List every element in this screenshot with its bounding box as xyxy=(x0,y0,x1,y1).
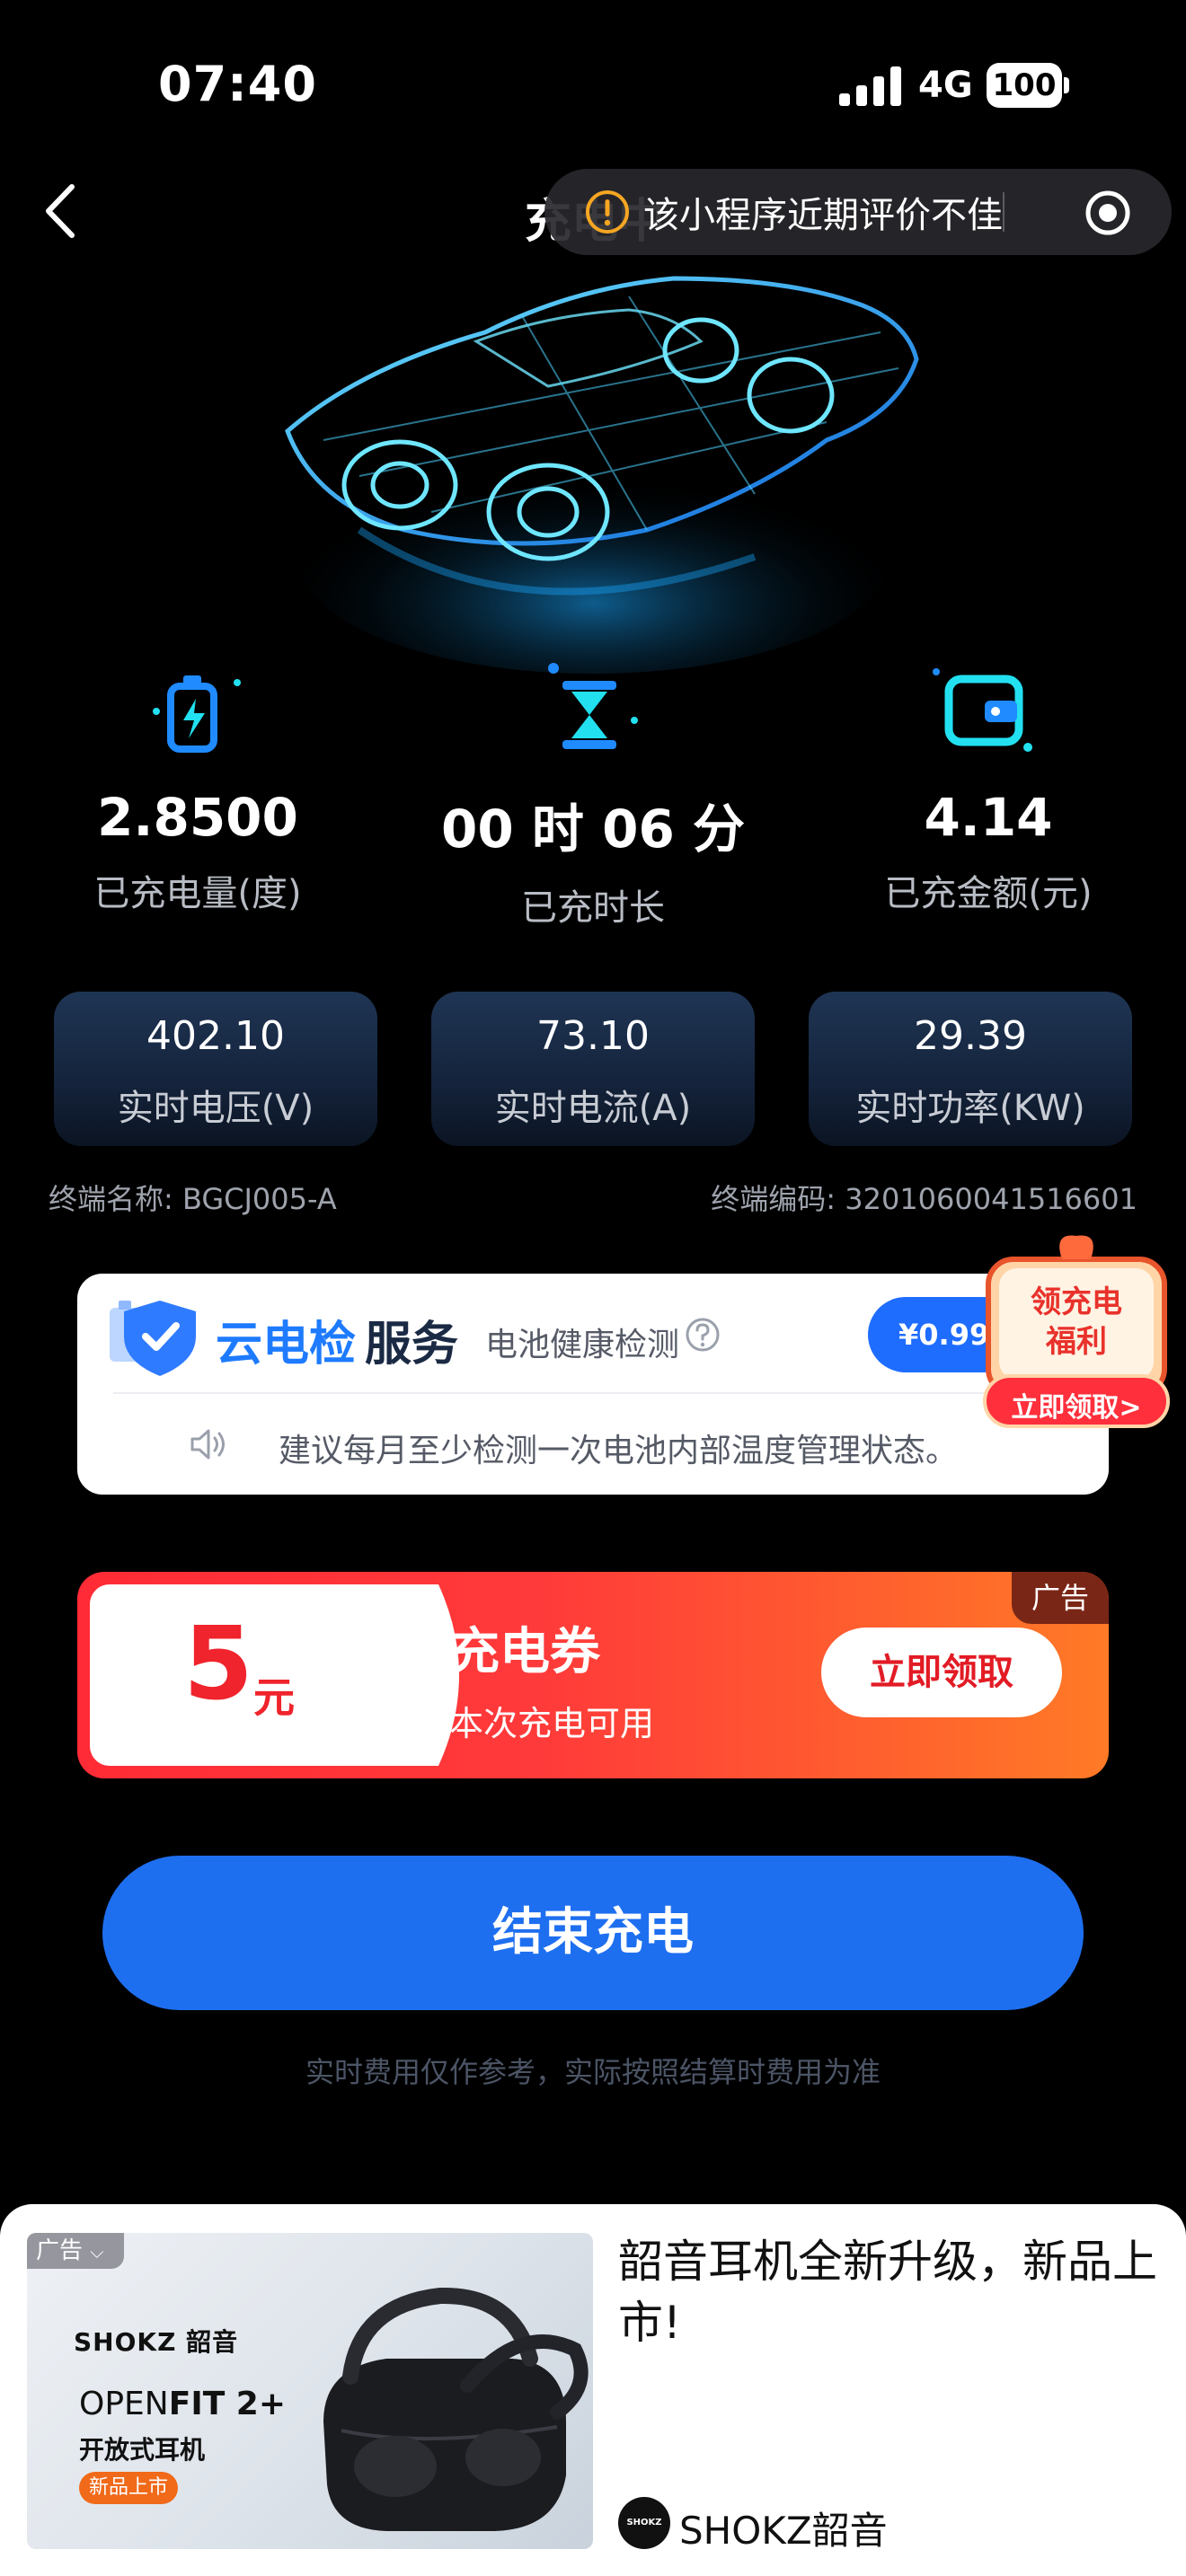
divider xyxy=(113,1392,1073,1394)
speaker-icon xyxy=(190,1429,225,1460)
ad-image-product-a: OPEN xyxy=(79,2386,169,2422)
check-subtitle: 电池健康检测 xyxy=(485,1327,680,1363)
stat-duration-value: 00 时 06 分 xyxy=(440,798,745,860)
ad-image-badge: 新品上市 xyxy=(79,2472,178,2504)
bottom-ad-card[interactable]: 广告 ⌵ SHOKZ 韶音 OPENFIT 2+ 开放式耳机 新品上市 韶音耳机… xyxy=(0,2204,1186,2576)
warning-icon xyxy=(586,190,629,234)
network-type: 4G xyxy=(918,65,973,106)
earbuds-case-image xyxy=(323,2287,589,2531)
benefit-line2: 福利 xyxy=(1046,1324,1107,1360)
battery-indicator: 100 xyxy=(987,63,1069,108)
ad-headline[interactable]: 韶音耳机全新升级，新品上市! xyxy=(618,2231,1157,2353)
chevron-down-icon: ⌵ xyxy=(90,2241,104,2263)
stat-energy-label: 已充电量(度) xyxy=(93,873,302,914)
battery-check-card[interactable]: 云电检 服务 电池健康检测 ¥0.99 建议每月至少检测一次电池内部温度管理状态… xyxy=(77,1274,1109,1495)
stat-amount: 4.14 已充金额(元) xyxy=(818,787,1159,916)
hourglass-icon xyxy=(548,663,638,749)
status-time: 07:40 xyxy=(158,56,317,112)
coupon-banner[interactable]: 5 元 充电券 本次充电可用 立即领取 广告 xyxy=(77,1572,1109,1778)
benefit-line1: 领充电 xyxy=(1031,1284,1122,1320)
voltage-label: 实时电压(V) xyxy=(117,1088,314,1129)
ad-image-product: OPENFIT 2+ xyxy=(79,2386,286,2422)
coupon-amount: 5 xyxy=(183,1606,253,1723)
capsule-divider xyxy=(1003,192,1005,232)
check-title-service: 服务 xyxy=(365,1318,459,1372)
back-arrow-icon[interactable] xyxy=(38,180,83,243)
check-title-brand: 云电检 xyxy=(216,1318,357,1372)
power-card: 29.39 实时功率(KW) xyxy=(809,992,1132,1146)
terminal-name: 终端名称: BGCJ005-A xyxy=(49,1182,337,1216)
benefit-claim-button[interactable]: 立即领取> xyxy=(972,1385,1181,1425)
car-hologram-image xyxy=(285,276,919,674)
rating-warning-text[interactable]: 该小程序近期评价不佳 xyxy=(643,186,1003,238)
stat-amount-label: 已充金额(元) xyxy=(884,873,1093,914)
coupon-title: 充电券 xyxy=(449,1623,600,1681)
current-value: 73.10 xyxy=(536,1013,650,1059)
target-icon[interactable] xyxy=(1084,189,1132,237)
stat-duration-label: 已充时长 xyxy=(521,887,665,929)
wallet-icon xyxy=(933,668,1032,752)
battery-level: 100 xyxy=(992,67,1057,103)
stat-energy: 2.8500 已充电量(度) xyxy=(27,787,368,916)
ad-label: 广告 xyxy=(1012,1572,1109,1624)
voltage-value: 402.10 xyxy=(146,1013,285,1059)
voltage-card: 402.10 实时电压(V) xyxy=(54,992,377,1146)
check-tip-text: 建议每月至少检测一次电池内部温度管理状态。 xyxy=(279,1433,959,1469)
cellular-signal-icon xyxy=(839,66,901,106)
help-icon[interactable] xyxy=(685,1317,721,1353)
ad-image-subtitle: 开放式耳机 xyxy=(79,2435,206,2465)
power-value: 29.39 xyxy=(914,1013,1027,1059)
ad-tag-label: 广告 xyxy=(36,2237,84,2264)
ad-tag[interactable]: 广告 ⌵ xyxy=(27,2233,124,2269)
ad-image-product-b: FIT 2+ xyxy=(168,2386,287,2422)
current-card: 73.10 实时电流(A) xyxy=(431,992,755,1146)
terminal-code: 终端编码: 3201060041516601 xyxy=(711,1182,1137,1216)
stat-amount-value: 4.14 xyxy=(924,787,1053,848)
stat-duration: 00 时 06 分 已充时长 xyxy=(422,787,764,931)
advertiser-name[interactable]: SHOKZ韶音 xyxy=(679,2501,888,2555)
battery-charge-icon xyxy=(153,675,241,753)
stat-energy-value: 2.8500 xyxy=(97,787,298,848)
ad-image[interactable]: 广告 ⌵ SHOKZ 韶音 OPENFIT 2+ 开放式耳机 新品上市 xyxy=(27,2233,593,2549)
power-label: 实时功率(KW) xyxy=(855,1088,1085,1129)
coupon-unit: 元 xyxy=(253,1673,295,1722)
charging-benefit-badge[interactable]: 领充电 福利 立即领取> xyxy=(972,1223,1181,1435)
shield-check-icon xyxy=(110,1301,196,1376)
ad-image-brand: SHOKZ 韶音 xyxy=(74,2327,239,2357)
coupon-desc: 本次充电可用 xyxy=(449,1704,655,1743)
miniprogram-capsule[interactable]: 该小程序近期评价不佳 xyxy=(544,169,1172,255)
advertiser-logo: SHOKZ xyxy=(618,2497,670,2549)
current-label: 实时电流(A) xyxy=(494,1088,692,1129)
end-charging-button[interactable]: 结束充电 xyxy=(102,1856,1084,2010)
fee-disclaimer: 实时费用仅作参考，实际按照结算时费用为准 xyxy=(305,2055,881,2089)
coupon-claim-button[interactable]: 立即领取 xyxy=(821,1628,1062,1717)
